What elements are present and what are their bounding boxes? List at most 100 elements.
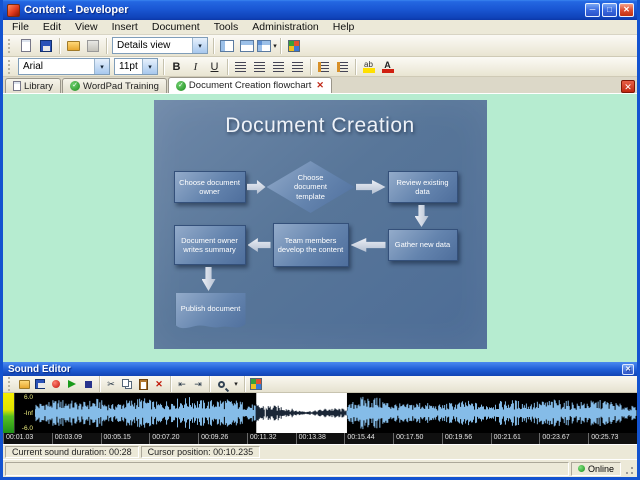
menu-view[interactable]: View: [68, 20, 105, 34]
font-color-icon: A: [381, 60, 394, 73]
delete-button[interactable]: ✕: [151, 377, 167, 392]
bullet-list-button[interactable]: [314, 58, 333, 75]
toolbar-grip[interactable]: [8, 38, 13, 53]
view-mode-select[interactable]: Details view ▾: [112, 37, 208, 54]
zoom-button[interactable]: [213, 377, 229, 392]
maximize-button[interactable]: □: [602, 3, 617, 17]
align-justify-button[interactable]: [288, 58, 307, 75]
tab-wordpad-training[interactable]: ✓ WordPad Training: [62, 78, 167, 93]
cut-button[interactable]: ✂: [103, 377, 119, 392]
sound-editor-close-button[interactable]: ✕: [622, 363, 634, 375]
align-left-button[interactable]: [231, 58, 250, 75]
node-choose-document-template: Choose document template: [266, 161, 355, 213]
save-button[interactable]: [36, 36, 56, 55]
play-button[interactable]: [64, 377, 80, 392]
chevron-down-icon: ▾: [234, 381, 238, 388]
properties-icon: [87, 39, 99, 52]
numbered-list-button[interactable]: [333, 58, 352, 75]
window-title: Content - Developer: [24, 4, 129, 16]
chevron-down-icon[interactable]: ▾: [192, 38, 207, 53]
tab-library[interactable]: Library: [5, 78, 62, 93]
node-document-owner-writes-summary: Document owner writes summary: [173, 225, 246, 265]
close-tab-icon[interactable]: ✕: [316, 80, 324, 91]
arrow-down-icon: [414, 205, 429, 227]
paste-icon: [138, 378, 148, 390]
se-save-button[interactable]: [32, 377, 48, 392]
font-size-select[interactable]: 11pt ▾: [114, 58, 158, 75]
tab-label: Document Creation flowchart: [188, 80, 312, 91]
timeline-ruler[interactable]: 00:01.03 00:03.09 00:05.15 00:07.20 00:0…: [3, 433, 637, 444]
cursor-position-status: Cursor position: 00:10.235: [140, 446, 261, 458]
italic-button[interactable]: I: [186, 58, 205, 75]
layout-split-button[interactable]: [237, 36, 257, 55]
properties-button[interactable]: [83, 36, 103, 55]
sound-editor-title: Sound Editor: [8, 363, 71, 375]
underline-button[interactable]: U: [205, 58, 224, 75]
node-choose-document-owner: Choose document owner: [173, 171, 246, 203]
timeline-label: 00:13.38: [295, 433, 345, 444]
open-button[interactable]: [63, 36, 83, 55]
chevron-down-icon[interactable]: ▾: [94, 59, 109, 74]
chevron-down-icon[interactable]: ▾: [142, 59, 157, 74]
align-left-icon: [235, 61, 246, 72]
check-icon: ✓: [175, 80, 186, 91]
timeline-label: 00:19.56: [441, 433, 491, 444]
level-meter: [3, 393, 15, 433]
layout-quad-button[interactable]: ▾: [257, 36, 277, 55]
close-button[interactable]: ✕: [619, 3, 634, 17]
se-open-button[interactable]: [16, 377, 32, 392]
menu-administration[interactable]: Administration: [245, 20, 326, 34]
menu-file[interactable]: File: [5, 20, 36, 34]
zoom-options-button[interactable]: ▾: [229, 377, 241, 392]
window-options-button[interactable]: [284, 36, 304, 55]
arrow-down-icon: [201, 267, 216, 291]
selection-start-button[interactable]: ⇤: [174, 377, 190, 392]
align-right-icon: [273, 61, 284, 72]
copy-button[interactable]: [119, 377, 135, 392]
stop-button[interactable]: [80, 377, 96, 392]
db-scale-mid: -Inf: [23, 409, 33, 417]
arrow-left-icon: [350, 238, 386, 252]
check-icon: ✓: [70, 81, 81, 91]
resize-grip[interactable]: [623, 461, 635, 476]
toolbar-separator: [355, 58, 356, 75]
layout-split-horizontal-icon: [240, 39, 254, 52]
font-color-button[interactable]: A: [378, 58, 397, 75]
selection-end-button[interactable]: ⇥: [190, 377, 206, 392]
layout-single-button[interactable]: [217, 36, 237, 55]
sound-editor-title-bar: Sound Editor ✕: [3, 362, 637, 376]
flowchart-image[interactable]: Document Creation Choose document owner …: [153, 100, 487, 349]
se-options-button[interactable]: [248, 377, 264, 392]
view-mode-value: Details view: [117, 40, 171, 51]
sound-editor-status-bar: Current sound duration: 00:28 Cursor pos…: [3, 444, 637, 459]
menu-insert[interactable]: Insert: [105, 20, 145, 34]
paste-button[interactable]: [135, 377, 151, 392]
tabstrip-close-button[interactable]: ✕: [621, 80, 635, 93]
document-canvas[interactable]: Document Creation Choose document owner …: [3, 94, 637, 362]
db-scale-bottom: -6.0: [21, 425, 33, 432]
minimize-button[interactable]: ─: [585, 3, 600, 17]
toolbar-grip[interactable]: [8, 59, 13, 74]
align-right-button[interactable]: [269, 58, 288, 75]
new-document-button[interactable]: [16, 36, 36, 55]
font-family-select[interactable]: Arial ▾: [18, 58, 110, 75]
menu-tools[interactable]: Tools: [207, 20, 246, 34]
app-window: Content - Developer ─ □ ✕ File Edit View…: [0, 0, 640, 480]
align-center-button[interactable]: [250, 58, 269, 75]
tab-document-creation-flowchart[interactable]: ✓ Document Creation flowchart ✕: [167, 77, 332, 93]
zoom-icon: [217, 380, 225, 388]
toolbar-grip[interactable]: [8, 377, 13, 391]
menu-edit[interactable]: Edit: [36, 20, 68, 34]
node-publish-document: Publish document: [176, 293, 246, 333]
sound-editor-toolbar: ✂ ✕ ⇤ ⇥ ▾: [3, 376, 637, 393]
bold-button[interactable]: B: [167, 58, 186, 75]
layout-split-vertical-icon: [220, 39, 234, 52]
record-button[interactable]: [48, 377, 64, 392]
font-size-value: 11pt: [119, 61, 138, 72]
bullet-list-icon: [318, 61, 329, 72]
menu-document[interactable]: Document: [145, 20, 207, 34]
timeline-label: 00:03.09: [51, 433, 101, 444]
menu-help[interactable]: Help: [326, 20, 362, 34]
highlight-button[interactable]: ab: [359, 58, 378, 75]
waveform-display[interactable]: [35, 393, 637, 433]
